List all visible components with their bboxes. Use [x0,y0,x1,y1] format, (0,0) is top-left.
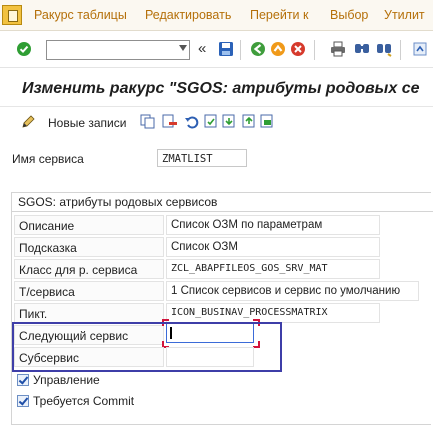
service-type-label: Т/сервиса [14,281,164,301]
save-icon[interactable] [218,41,234,57]
sap-menu-icon[interactable] [2,5,22,25]
service-type-field[interactable]: 1 Список сервисов и сервис по умолчанию [166,281,419,301]
print-icon[interactable] [330,41,346,57]
export-icon[interactable] [242,114,257,129]
control-checkbox[interactable] [17,374,29,386]
page-title: Изменить ракурс "SGOS: атрибуты родовых … [22,80,420,97]
menu-view-table[interactable]: Ракурс таблицы [34,8,127,22]
hint-field[interactable]: Список ОЗМ [166,237,380,257]
highlight-frame [12,322,282,372]
group-title: SGOS: атрибуты родовых сервисов [18,195,218,209]
description-field[interactable]: Список ОЗМ по параметрам [166,215,380,235]
menu-goto[interactable]: Перейти к [250,8,308,22]
command-dropdown-icon[interactable] [179,45,187,51]
back-double-icon[interactable]: « [198,40,206,57]
hint-label: Подсказка [14,237,164,257]
toolbar-separator [400,40,401,60]
delete-icon[interactable] [162,114,177,129]
service-name-label: Имя сервиса [12,152,84,166]
select-all-icon[interactable] [204,114,219,129]
import-icon[interactable] [222,114,237,129]
icon-field[interactable]: ICON_BUSINAV_PROCESSMATRIX [166,303,380,323]
command-field[interactable] [46,40,190,60]
commit-required-checkbox[interactable] [17,395,29,407]
find-next-icon[interactable] [376,41,392,57]
group-divider [12,211,433,212]
exit-icon[interactable] [270,41,286,57]
undo-icon[interactable] [184,114,199,129]
command-input[interactable] [47,41,173,59]
menu-selection[interactable]: Выбор [330,8,368,22]
menu-edit[interactable]: Редактировать [145,8,231,22]
page-first-icon[interactable] [412,41,428,57]
service-class-label: Класс для р. сервиса [14,259,164,279]
description-label: Описание [14,215,164,235]
icon-label: Пикт. [14,303,164,323]
cancel-icon[interactable] [290,41,306,57]
menu-utilities[interactable]: Утилит [384,8,425,22]
service-class-field[interactable]: ZCL_ABAPFILEOS_GOS_SRV_MAT [166,259,380,279]
find-icon[interactable] [354,41,370,57]
control-checkbox-label: Управление [33,373,100,387]
transport-icon[interactable] [260,114,275,129]
service-name-value: ZMATLIST [157,149,247,167]
enter-icon[interactable] [16,41,32,57]
back-icon[interactable] [250,41,266,57]
new-entries-button[interactable]: Новые записи [48,116,126,130]
toolbar-separator [314,40,315,60]
copy-icon[interactable] [140,114,155,129]
edit-pencil-icon[interactable] [20,114,36,130]
toolbar-separator [240,40,241,60]
commit-required-label: Требуется Commit [33,394,135,408]
